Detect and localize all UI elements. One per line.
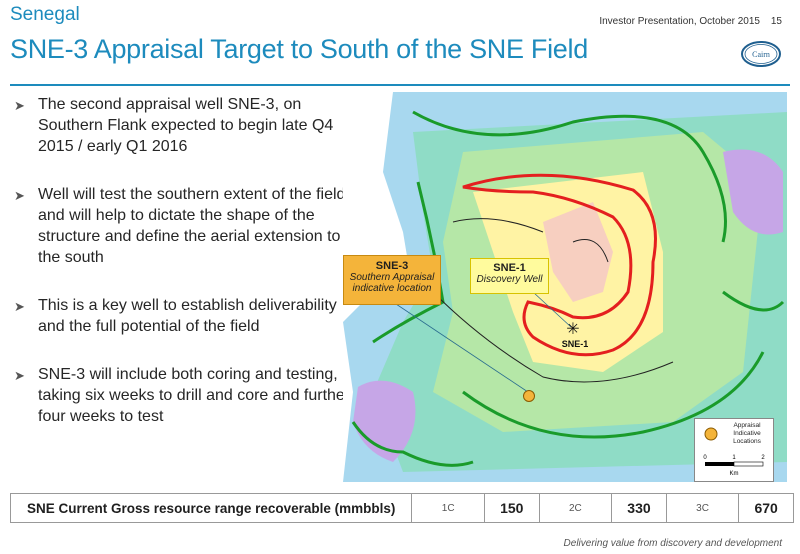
legend-scale-1: 1 <box>732 455 736 461</box>
callout-sne1-title: SNE-1 <box>493 262 526 274</box>
resource-class-2c: 2C <box>538 494 612 522</box>
bullet-text: SNE-3 will include both coring and testi… <box>38 366 351 425</box>
resource-value-3c: 670 <box>738 494 793 522</box>
resource-value-1c: 150 <box>483 494 539 522</box>
scale-bar-black <box>705 462 734 466</box>
arrow-bullet-icon: ➤ <box>14 368 25 383</box>
bullet-text: Well will test the southern extent of th… <box>38 186 346 266</box>
page-number: 15 <box>770 16 782 27</box>
footer-tagline: Delivering value from discovery and deve… <box>563 538 782 549</box>
callout-sne1-subtitle: Discovery Well <box>476 274 543 285</box>
resource-table: SNE Current Gross resource range recover… <box>10 493 794 523</box>
callout-sne3: SNE-3 Southern Appraisal indicative loca… <box>343 255 441 305</box>
resource-class-3c: 3C <box>665 494 739 522</box>
bullet-text: This is a key well to establish delivera… <box>38 297 337 335</box>
sne3-location-marker <box>523 390 535 402</box>
region-title: Senegal <box>10 4 80 25</box>
callout-sne1: SNE-1 Discovery Well <box>470 258 549 294</box>
sne1-well-icon: ✳ <box>566 321 579 338</box>
scale-bar-white <box>733 461 764 467</box>
legend-title: Appraisal Indicative Locations <box>733 422 761 445</box>
map-legend: Appraisal Indicative Locations 0 1 2 Km <box>694 418 774 482</box>
legend-scale-2: 2 <box>761 455 765 461</box>
resource-class-1c: 1C <box>411 494 484 522</box>
arrow-bullet-icon: ➤ <box>14 188 25 203</box>
arrow-bullet-icon: ➤ <box>14 299 25 314</box>
title-divider <box>10 84 790 86</box>
legend-scale-0: 0 <box>703 455 707 461</box>
sne1-well-label: SNE-1 <box>562 339 589 349</box>
resource-table-label: SNE Current Gross resource range recover… <box>27 500 396 516</box>
bullet-list: ➤ The second appraisal well SNE-3, on Sou… <box>14 94 354 454</box>
legend-unit: Km <box>730 471 739 477</box>
logo-text: Cairn <box>752 50 770 59</box>
callout-sne3-subtitle: Southern Appraisal indicative location <box>349 272 435 294</box>
page-title: SNE-3 Appraisal Target to South of the S… <box>10 34 588 64</box>
cairn-logo: Cairn <box>741 41 781 67</box>
bullet-item: ➤ SNE-3 will include both coring and test… <box>14 364 354 427</box>
bullet-text: The second appraisal well SNE-3, on Sout… <box>38 96 334 155</box>
callout-sne3-title: SNE-3 <box>375 260 409 272</box>
bullet-item: ➤ Well will test the southern extent of t… <box>14 184 354 268</box>
presentation-meta: Investor Presentation, October 2015 <box>599 16 760 27</box>
legend-graphic: Appraisal Indicative Locations 0 1 2 Km <box>703 422 765 477</box>
bullet-item: ➤ The second appraisal well SNE-3, on Sou… <box>14 94 354 157</box>
resource-value-2c: 330 <box>611 494 666 522</box>
arrow-bullet-icon: ➤ <box>14 98 25 113</box>
bullet-item: ➤ This is a key well to establish deliver… <box>14 295 354 337</box>
legend-marker-icon <box>704 427 718 441</box>
